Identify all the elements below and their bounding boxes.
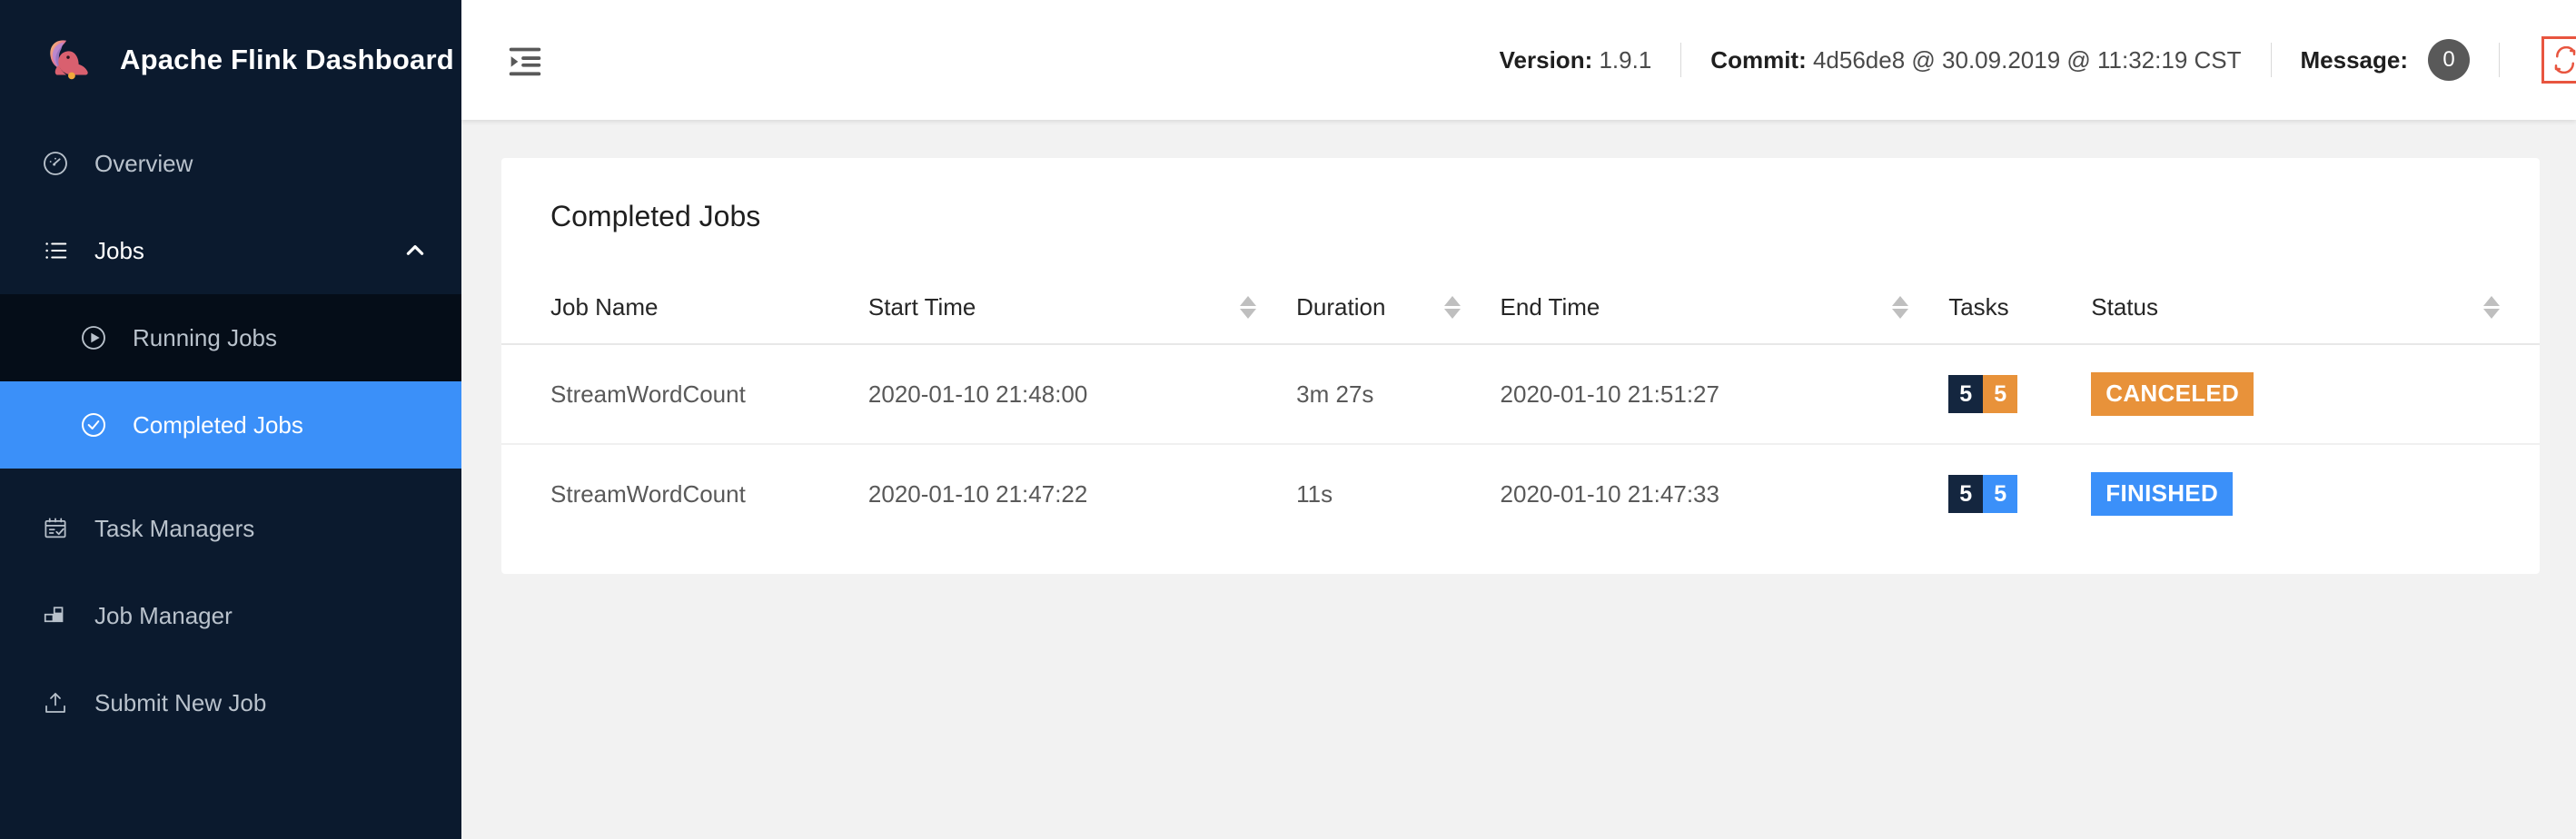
message-label: Message: [2300,45,2409,74]
sort-toggle-icon[interactable] [1892,296,1909,319]
cell-duration: 11s [1296,479,1333,508]
cell-start-time: 2020-01-10 21:48:00 [867,344,1297,445]
commit-value: 4d56de8 @ 30.09.2019 @ 11:32:19 CST [1812,45,2242,74]
commit-info: Commit: 4d56de8 @ 30.09.2019 @ 11:32:19 … [1710,46,2241,74]
column-header-end-time[interactable]: End Time [1500,273,1949,345]
cell-tasks: 5 5 [1948,444,2091,543]
column-label: Status [2091,293,2158,321]
sidebar-item-label: Submit New Job [94,688,267,716]
version-value: 1.9.1 [1599,45,1652,74]
sidebar-item-jobs[interactable]: Jobs [0,207,461,294]
status-badge: FINISHED [2091,472,2234,516]
version-info: Version: 1.9.1 [1500,46,1652,74]
play-circle-icon [78,322,109,353]
cell-job-name[interactable]: StreamWordCount [501,444,868,543]
content-area: Completed Jobs Job Name Start Time Durat… [461,120,2576,839]
column-label: Duration [1296,293,1386,321]
task-chip: 5 [1948,375,1984,413]
task-chip: 5 [1983,375,2018,413]
message-info: Message: [2301,46,2409,74]
meta-divider [2270,43,2272,77]
task-chip: 5 [1983,475,2018,513]
meta-divider [2499,43,2500,77]
task-chip: 5 [1948,475,1984,513]
sidebar-item-overview[interactable]: Overview [0,120,461,207]
column-header-job-name[interactable]: Job Name [501,273,868,345]
topbar: Version: 1.9.1 Commit: 4d56de8 @ 30.09.2… [461,0,2576,120]
sidebar-item-task-managers[interactable]: Task Managers [0,485,461,572]
sidebar-item-completed-jobs[interactable]: Completed Jobs [0,381,461,469]
sort-toggle-icon[interactable] [2483,296,2500,319]
column-header-duration[interactable]: Duration [1296,273,1501,345]
sidebar-item-label: Running Jobs [133,323,277,351]
meta-divider [1680,43,1682,77]
table-row[interactable]: StreamWordCount 2020-01-10 21:47:22 11s … [501,444,2540,543]
sidebar: Apache Flink Dashboard Overview Jobs Run… [0,0,461,839]
sort-toggle-icon[interactable] [1240,296,1257,319]
table-row[interactable]: StreamWordCount 2020-01-10 21:48:00 3m 2… [501,344,2540,445]
chevron-up-icon[interactable] [403,239,427,262]
table-header-row: Job Name Start Time Duration End Time Ta… [501,273,2540,345]
table-body: StreamWordCount 2020-01-10 21:48:00 3m 2… [501,344,2540,543]
cell-end-time: 2020-01-10 21:47:33 [1500,479,1719,508]
commit-label: Commit: [1710,45,1807,74]
table-header: Job Name Start Time Duration End Time Ta… [501,273,2540,345]
upload-icon [40,687,71,718]
cell-tasks: 5 5 [1948,344,2092,445]
sidebar-item-submit-new-job[interactable]: Submit New Job [0,659,461,746]
sidebar-item-label: Jobs [94,236,144,264]
version-label: Version: [1499,45,1593,74]
column-header-tasks[interactable]: Tasks [1948,273,2092,345]
schedule-calendar-check-icon [40,513,71,544]
sidebar-item-label: Job Manager [94,601,233,629]
message-count-badge[interactable]: 0 [2428,39,2470,81]
flink-dashboard-app: Apache Flink Dashboard Overview Jobs Run… [0,0,2576,839]
task-chip-group: 5 5 [1948,375,2018,413]
brand-header[interactable]: Apache Flink Dashboard [0,0,461,120]
main-area: Version: 1.9.1 Commit: 4d56de8 @ 30.09.2… [461,0,2576,839]
column-label: Job Name [550,293,659,321]
sidebar-nav: Overview Jobs Running Jobs Completed Job… [0,120,461,746]
column-header-start-time[interactable]: Start Time [867,273,1297,345]
dashboard-gauge-icon [40,148,71,179]
sort-toggle-icon[interactable] [1443,296,1461,319]
status-badge: CANCELED [2091,372,2254,416]
refresh-sync-icon[interactable] [2541,36,2576,84]
check-circle-icon [78,410,109,440]
sidebar-item-label: Overview [94,149,193,177]
task-chip-group: 5 5 [1948,475,2018,513]
cell-status: FINISHED [2091,444,2540,543]
blocks-icon [40,600,71,631]
column-label: Start Time [867,293,976,321]
cell-end-time: 2020-01-10 21:51:27 [1500,344,1949,445]
menu-fold-icon[interactable] [501,36,549,84]
sidebar-item-label: Completed Jobs [133,410,303,439]
cell-start-time: 2020-01-10 21:47:22 [867,479,1088,508]
sidebar-item-label: Task Managers [94,514,255,542]
page-title: Completed Jobs [550,200,761,232]
cell-job-name[interactable]: StreamWordCount [501,344,868,445]
completed-jobs-table: Job Name Start Time Duration End Time Ta… [501,273,2540,543]
flink-squirrel-logo-icon [40,32,96,88]
column-label: End Time [1500,293,1600,321]
sidebar-item-running-jobs[interactable]: Running Jobs [0,294,461,381]
topbar-meta-group: Version: 1.9.1 Commit: 4d56de8 @ 30.09.2… [1500,0,2576,120]
brand-title: Apache Flink Dashboard [120,44,454,75]
list-icon [40,235,71,266]
cell-duration: 3m 27s [1296,344,1501,445]
cell-status: CANCELED [2091,344,2540,445]
sidebar-item-job-manager[interactable]: Job Manager [0,572,461,659]
completed-jobs-card: Completed Jobs Job Name Start Time Durat… [501,158,2540,574]
column-label: Tasks [1948,293,2009,321]
column-header-status[interactable]: Status [2091,273,2540,345]
